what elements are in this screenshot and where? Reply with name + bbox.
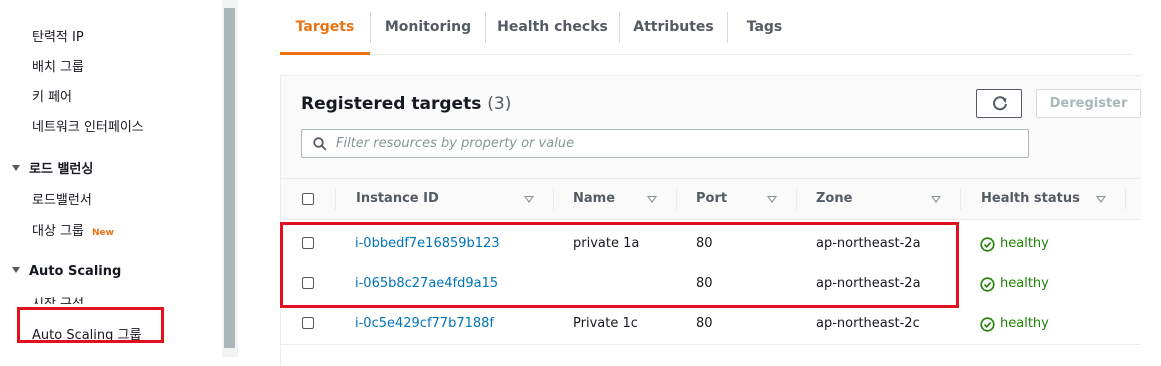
column-header-instance-id[interactable]: Instance ID [356, 179, 439, 219]
column-divider [553, 188, 554, 210]
sidebar-section-load-balancing[interactable]: 로드 밸런싱 [12, 158, 93, 177]
sidebar-nav: 탄력적 IP 배치 그룹 키 페어 네트워크 인터페이스 로드 밸런싱 로드밸런… [0, 0, 222, 357]
sidebar-item-elastic-ip[interactable]: 탄력적 IP [32, 26, 84, 45]
tab-monitoring[interactable]: Monitoring [371, 12, 485, 53]
new-badge: New [91, 228, 114, 238]
check-circle-icon [980, 317, 995, 332]
highlight-box-table-rows [280, 222, 959, 308]
cell-health-status: healthy [980, 264, 1049, 304]
tab-targets[interactable]: Targets [280, 12, 370, 55]
column-header-health-status[interactable]: Health status [981, 179, 1080, 219]
deregister-button[interactable]: Deregister [1036, 89, 1141, 118]
cell-port: 80 [696, 316, 713, 331]
panel-title-text: Registered targets [301, 94, 482, 114]
search-box[interactable] [301, 129, 1029, 158]
column-divider [1125, 188, 1126, 210]
column-divider [676, 188, 677, 210]
sidebar-item-key-pairs[interactable]: 키 페어 [32, 86, 72, 105]
cell-health-status: healthy [980, 224, 1049, 264]
check-circle-icon [980, 237, 995, 252]
panel-header: Registered targets (3) Deregister [281, 76, 1141, 179]
column-divider [796, 188, 797, 210]
column-header-name[interactable]: Name [573, 179, 615, 219]
column-header-port[interactable]: Port [696, 179, 727, 219]
health-status-text: healthy [1000, 316, 1049, 331]
sort-icon[interactable] [931, 196, 941, 203]
sidebar-item-target-groups[interactable]: 대상 그룹 New [32, 220, 114, 239]
sort-icon[interactable] [647, 196, 657, 203]
health-status-text: healthy [1000, 276, 1049, 291]
sort-icon[interactable] [524, 196, 534, 203]
sidebar-item-network-interfaces[interactable]: 네트워크 인터페이스 [32, 116, 144, 135]
sidebar-item-label: 대상 그룹 [32, 224, 84, 239]
cell-name: Private 1c [573, 316, 638, 331]
cell-health-status: healthy [980, 304, 1049, 344]
tab-attributes[interactable]: Attributes [620, 12, 727, 53]
column-divider [960, 188, 961, 210]
refresh-button[interactable] [976, 89, 1022, 118]
column-divider [335, 188, 336, 210]
panel-title: Registered targets (3) [301, 94, 511, 114]
select-all-checkbox[interactable] [302, 193, 314, 205]
sort-icon[interactable] [1096, 196, 1106, 203]
health-status-text: healthy [1000, 236, 1049, 251]
scrollbar-thumb[interactable] [224, 8, 235, 348]
tab-health-checks[interactable]: Health checks [486, 12, 619, 53]
search-input[interactable] [336, 130, 1016, 157]
registered-targets-panel: Registered targets (3) Deregister Instan… [280, 75, 1141, 366]
sort-icon[interactable] [767, 196, 777, 203]
highlight-box-sidebar [17, 307, 164, 343]
row-checkbox[interactable] [302, 317, 314, 329]
sidebar-section-label: 로드 밸런싱 [29, 162, 94, 177]
target-count: (3) [487, 94, 512, 114]
caret-down-icon [12, 267, 20, 273]
instance-id-link[interactable]: i-0c5e429cf77b7188f [355, 304, 494, 344]
sidebar-item-load-balancers[interactable]: 로드밸런서 [32, 189, 92, 208]
refresh-icon [993, 96, 1007, 111]
table-header: Instance ID Name Port Zone Health status [281, 179, 1141, 220]
cell-zone: ap-northeast-2c [816, 316, 920, 331]
column-header-zone[interactable]: Zone [816, 179, 852, 219]
sidebar-item-placement-groups[interactable]: 배치 그룹 [32, 56, 84, 75]
caret-down-icon [12, 165, 20, 171]
search-icon [313, 137, 327, 151]
sidebar-section-auto-scaling[interactable]: Auto Scaling [12, 264, 121, 279]
sidebar-item-launch-configurations[interactable]: 시작 구성 [32, 294, 84, 304]
tab-tags[interactable]: Tags [728, 12, 801, 53]
tab-bar: Targets Monitoring Health checks Attribu… [280, 12, 1133, 55]
table-row[interactable]: i-0c5e429cf77b7188f Private 1c 80 ap-nor… [281, 304, 1141, 345]
check-circle-icon [980, 277, 995, 292]
sidebar-section-label: Auto Scaling [29, 264, 122, 279]
